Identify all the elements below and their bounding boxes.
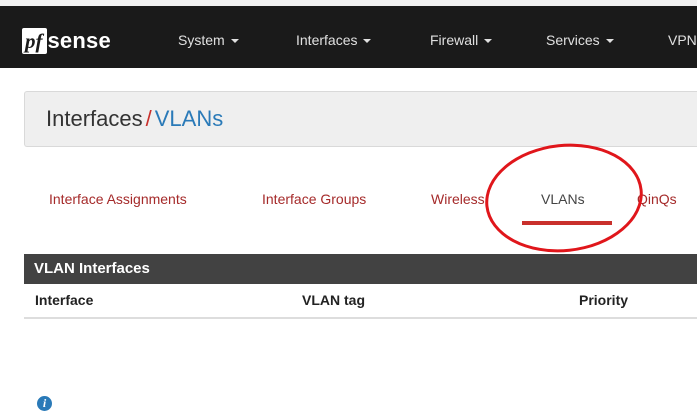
tab-interface-groups[interactable]: Interface Groups [262, 190, 366, 208]
nav-vpn-label: VPN [668, 32, 697, 48]
tab-interface-assignments[interactable]: Interface Assignments [49, 190, 187, 208]
nav-firewall-label: Firewall [430, 32, 479, 48]
breadcrumb-link-vlans[interactable]: VLANs [155, 106, 223, 131]
tab-qinqs[interactable]: QinQs [637, 190, 677, 208]
caret-down-icon [484, 39, 493, 44]
nav-vpn[interactable]: VPN [668, 30, 697, 50]
table-header-row: Interface VLAN tag Priority [24, 284, 697, 319]
column-header-interface[interactable]: Interface [35, 292, 93, 308]
pfsense-logo[interactable]: pf sense [22, 26, 111, 56]
column-header-priority[interactable]: Priority [579, 292, 628, 308]
nav-interfaces-label: Interfaces [296, 32, 358, 48]
active-tab-indicator [522, 221, 612, 225]
nav-system[interactable]: System [178, 30, 239, 50]
caret-down-icon [363, 39, 372, 44]
breadcrumb-section: Interfaces [46, 106, 143, 131]
nav-interfaces[interactable]: Interfaces [296, 30, 372, 50]
nav-services[interactable]: Services [546, 30, 614, 50]
breadcrumb: Interfaces / VLANs [24, 91, 697, 147]
breadcrumb-separator: / [145, 106, 152, 131]
nav-services-label: Services [546, 32, 600, 48]
top-navbar: pf sense System Interfaces Firewall Serv… [0, 0, 697, 68]
nav-system-label: System [178, 32, 225, 48]
logo-wordmark: sense [47, 28, 111, 53]
tab-wireless[interactable]: Wireless [431, 190, 485, 208]
caret-down-icon [605, 39, 614, 44]
logo-pf-mark: pf [22, 28, 47, 54]
info-icon[interactable]: i [37, 396, 52, 411]
tab-vlans[interactable]: VLANs [541, 190, 585, 208]
column-header-vlan-tag[interactable]: VLAN tag [302, 292, 365, 308]
top-edge-strip [0, 0, 697, 6]
caret-down-icon [230, 39, 239, 44]
panel-heading: VLAN Interfaces [24, 254, 697, 284]
nav-firewall[interactable]: Firewall [430, 30, 493, 50]
page-title: Interfaces / VLANs [46, 104, 223, 134]
